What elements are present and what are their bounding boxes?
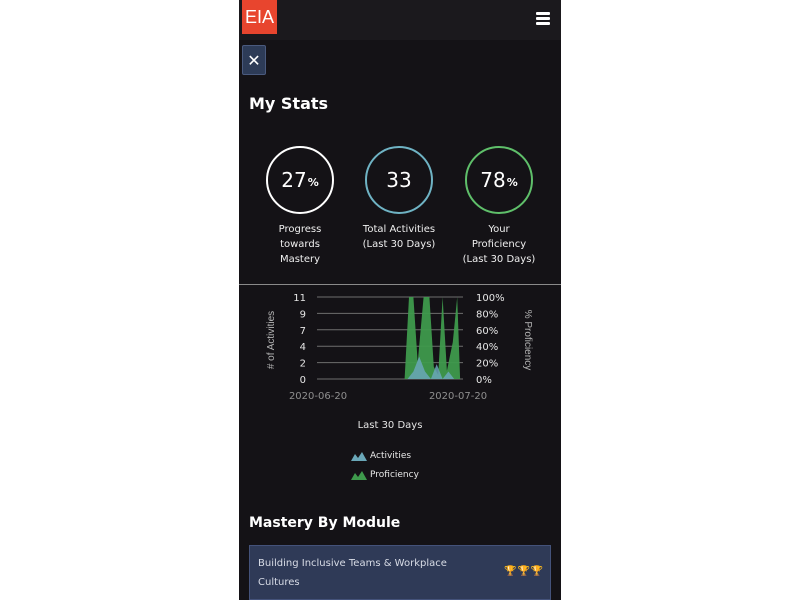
left-axis-label: # of Activities xyxy=(266,311,277,369)
stat-label-line: Total Activities xyxy=(362,224,436,235)
menu-line xyxy=(536,22,550,25)
x-tick-label: 2020-07-20 xyxy=(429,391,487,402)
proficiency-ring: 78% xyxy=(465,146,533,214)
stat-label-line: Progress xyxy=(278,224,322,235)
right-axis-label: % Proficiency xyxy=(522,310,533,371)
stat-value: 33 xyxy=(386,168,412,192)
legend-label: Activities xyxy=(370,450,412,461)
right-tick-label: 20% xyxy=(476,359,498,370)
area-chart-icon xyxy=(351,451,367,461)
stat-label: Your Proficiency (Last 30 Days) xyxy=(449,222,549,267)
stat-total-activities: 33 Total Activities (Last 30 Days) xyxy=(349,146,449,252)
stat-proficiency: 78% Your Proficiency (Last 30 Days) xyxy=(449,146,549,267)
chart-series xyxy=(404,297,461,379)
mobile-app-screen: EIA ✕ My Stats 27% Progress towards Mast… xyxy=(239,0,561,600)
trophy-icons: 🏆🏆🏆 xyxy=(504,566,545,577)
activity-proficiency-chart: 11 100% 9 80% 7 60% 4 40% 2 20% 0 0% 2020-06-20 2020-… xyxy=(266,293,533,431)
module-name: Building Inclusive Teams & Workplace Cul… xyxy=(258,558,447,588)
left-tick-label: 0 xyxy=(300,375,306,386)
legend-label: Proficiency xyxy=(370,469,419,480)
stat-unit: % xyxy=(307,176,319,189)
eia-logo[interactable]: EIA xyxy=(242,0,277,34)
stat-label-line: Your xyxy=(488,224,510,235)
left-tick-label: 7 xyxy=(300,326,306,337)
section-divider xyxy=(239,284,561,285)
series-area-proficiency xyxy=(404,297,461,379)
area-chart-icon xyxy=(351,470,367,480)
menu-line xyxy=(536,17,550,20)
left-tick-label: 9 xyxy=(300,309,306,320)
chart-ticks: 11 100% 9 80% 7 60% 4 40% 2 20% 0 0% 2020-06-20 2020-… xyxy=(289,293,505,402)
stat-label: Progress towards Mastery xyxy=(250,222,350,267)
close-icon: ✕ xyxy=(247,51,261,70)
my-stats-title: My Stats xyxy=(249,94,329,113)
menu-line xyxy=(536,12,550,15)
stat-label-line: Mastery xyxy=(279,254,321,265)
x-tick-label: 2020-06-20 xyxy=(289,391,347,402)
right-tick-label: 0% xyxy=(476,375,492,386)
activities-ring: 33 xyxy=(365,146,433,214)
module-card[interactable]: Building Inclusive Teams & Workplace Cul… xyxy=(249,545,551,600)
stat-label-line: (Last 30 Days) xyxy=(462,254,536,265)
right-tick-label: 80% xyxy=(476,309,498,320)
mastery-by-module-title: Mastery By Module xyxy=(249,515,401,531)
stat-label-line: (Last 30 Days) xyxy=(362,239,436,250)
stat-label-line: Proficiency xyxy=(471,239,527,250)
right-tick-label: 100% xyxy=(476,293,505,304)
progress-ring: 27% xyxy=(266,146,334,214)
legend-item-proficiency[interactable]: Proficiency xyxy=(351,465,419,484)
x-axis-label: Last 30 Days xyxy=(358,420,423,431)
left-tick-label: 2 xyxy=(300,359,306,370)
stat-unit: % xyxy=(506,176,518,189)
left-tick-label: 11 xyxy=(293,293,306,304)
stat-label: Total Activities (Last 30 Days) xyxy=(349,222,449,252)
left-tick-label: 4 xyxy=(300,342,306,353)
right-tick-label: 60% xyxy=(476,326,498,337)
stat-progress: 27% Progress towards Mastery xyxy=(250,146,350,267)
chart-legend: Activities Proficiency xyxy=(351,446,419,484)
stat-value: 27 xyxy=(281,168,307,192)
top-bar: EIA xyxy=(239,0,561,40)
stat-value: 78 xyxy=(480,168,506,192)
legend-item-activities[interactable]: Activities xyxy=(351,446,419,465)
stat-label-line: towards xyxy=(280,239,320,250)
close-button[interactable]: ✕ xyxy=(242,45,266,75)
hamburger-menu-icon[interactable] xyxy=(536,12,550,26)
right-tick-label: 40% xyxy=(476,342,498,353)
